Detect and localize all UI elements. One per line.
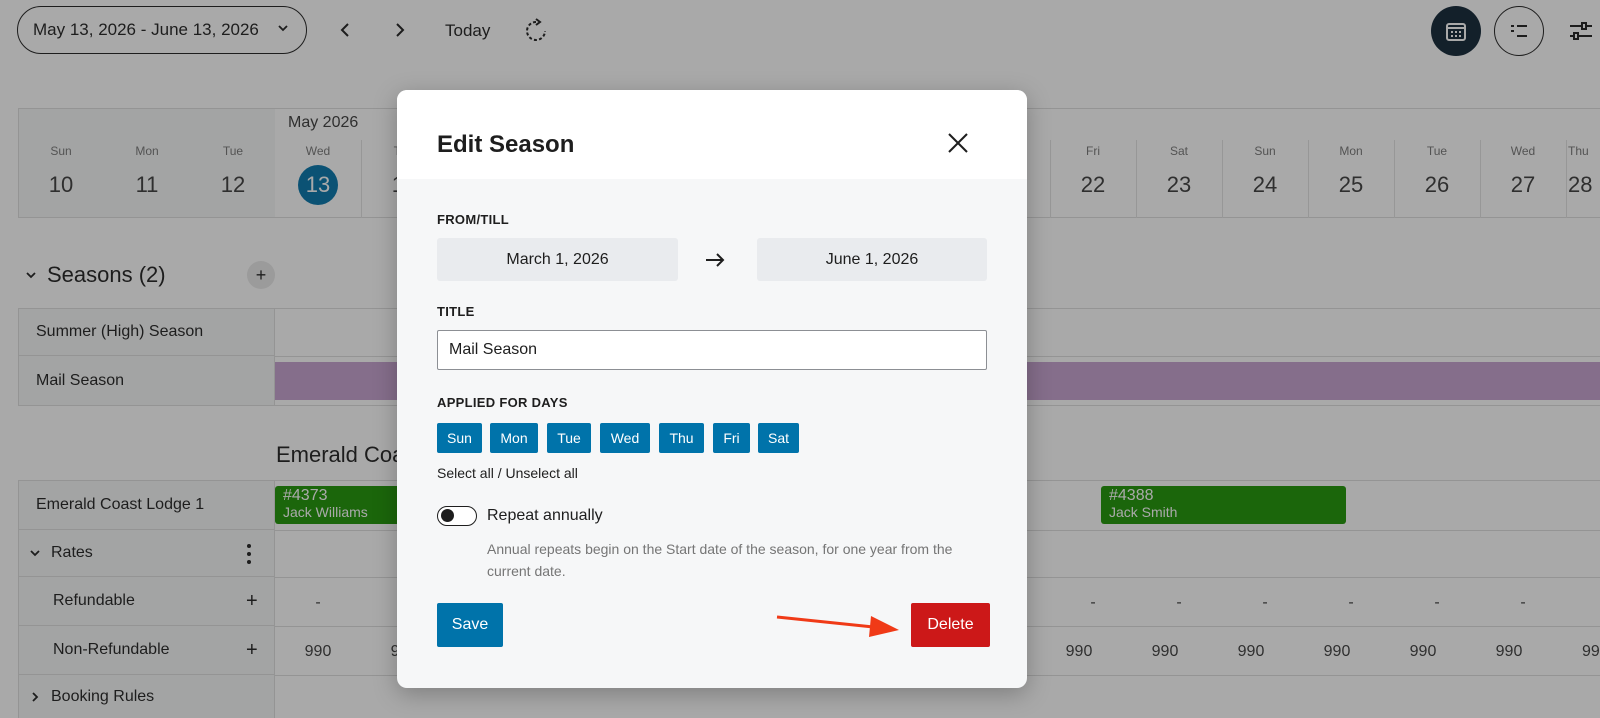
dialog-title: Edit Season	[437, 131, 575, 158]
from-till-label: FROM/TILL	[437, 212, 510, 227]
annotation-arrow-icon	[776, 615, 899, 637]
save-button[interactable]: Save	[437, 603, 503, 647]
day-toggle-mon[interactable]: Mon	[490, 423, 538, 453]
arrow-right-icon	[706, 253, 725, 267]
day-toggle-fri[interactable]: Fri	[713, 423, 750, 453]
day-toggle-sat[interactable]: Sat	[758, 423, 799, 453]
till-date-field[interactable]: June 1, 2026	[757, 238, 987, 281]
unselect-all-link[interactable]: Unselect all	[505, 465, 577, 481]
close-icon[interactable]	[945, 130, 971, 156]
title-label: TITLE	[437, 304, 475, 319]
select-links: Select all / Unselect all	[437, 465, 578, 481]
repeat-annually-label: Repeat annually	[487, 507, 603, 524]
delete-button[interactable]: Delete	[911, 603, 990, 647]
day-toggle-thu[interactable]: Thu	[659, 423, 704, 453]
applied-days-label: APPLIED FOR DAYS	[437, 395, 568, 410]
toggle-knob	[441, 509, 454, 522]
day-toggle-wed[interactable]: Wed	[600, 423, 650, 453]
day-toggle-sun[interactable]: Sun	[437, 423, 482, 453]
edit-season-dialog: Edit Season FROM/TILL March 1, 2026 June…	[397, 90, 1027, 688]
from-date-field[interactable]: March 1, 2026	[437, 238, 678, 281]
day-toggle-tue[interactable]: Tue	[547, 423, 591, 453]
select-separator: /	[497, 465, 502, 481]
season-title-input[interactable]	[437, 330, 987, 370]
repeat-help-text: Annual repeats begin on the Start date o…	[487, 541, 953, 579]
select-all-link[interactable]: Select all	[437, 465, 494, 481]
repeat-annually-toggle[interactable]	[437, 506, 477, 526]
